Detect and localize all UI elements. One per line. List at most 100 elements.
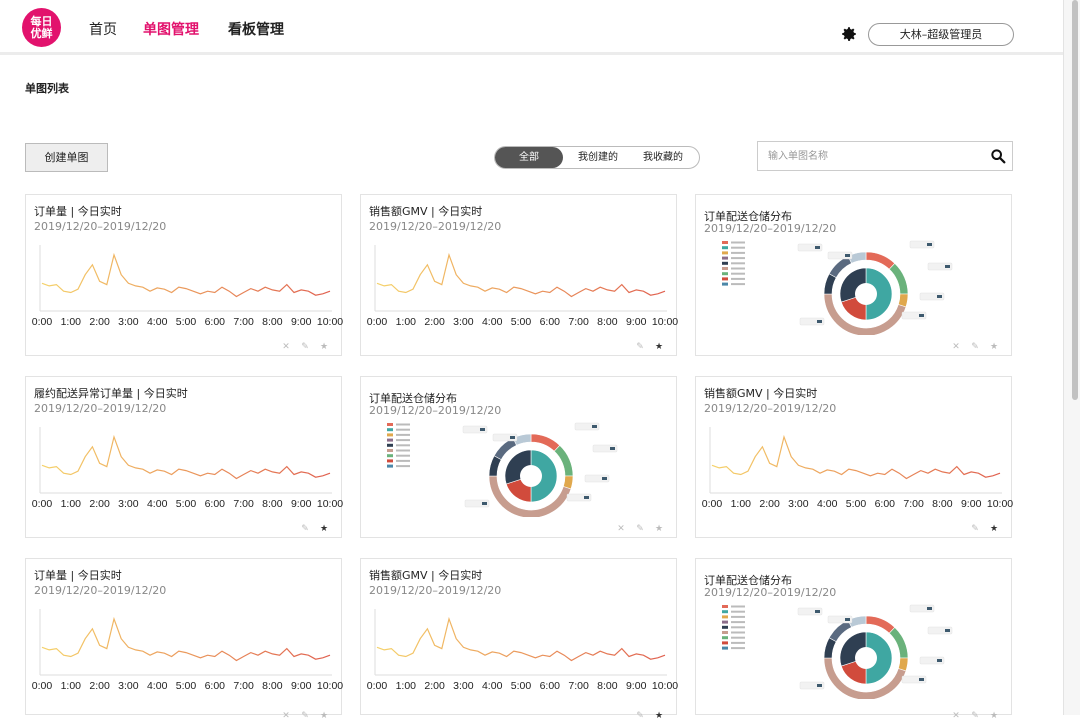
star-icon[interactable]: ★: [319, 342, 329, 352]
legend-text: [396, 428, 410, 431]
filter-all-tab[interactable]: 全部: [495, 147, 563, 168]
star-icon[interactable]: ★: [319, 711, 329, 721]
legend-text: [731, 251, 745, 254]
line-series: [41, 434, 331, 480]
logo-line-1: 每日: [30, 14, 53, 28]
close-icon[interactable]: ✕: [951, 342, 961, 352]
legend-swatch: [722, 241, 728, 244]
donut-outer-slice: [828, 255, 852, 279]
x-tick-label: 5:00: [846, 498, 867, 510]
chart-card[interactable]: 销售额GMV | 今日实时 2019/12/20–2019/12/20 0:00 1:…: [360, 194, 678, 356]
x-tick-label: 0:00: [367, 316, 388, 328]
filter-segmented-control: 全部 我创建的 我收藏的: [494, 146, 700, 169]
legend-text: [396, 465, 410, 468]
edit-icon[interactable]: ✎: [635, 711, 645, 721]
x-tick-label: 4:00: [482, 316, 503, 328]
star-icon[interactable]: ★: [654, 711, 664, 721]
search-icon[interactable]: [990, 148, 1006, 164]
card-action-bar: ✎ ★: [300, 523, 329, 535]
legend-text: [396, 423, 410, 426]
legend-swatch: [722, 636, 728, 640]
search-input[interactable]: [758, 142, 983, 170]
star-icon[interactable]: ★: [989, 342, 999, 352]
chart-card[interactable]: 订单量 | 今日实时 2019/12/20–2019/12/20 0:00 1:00 2…: [25, 558, 343, 721]
create-chart-button[interactable]: 创建单图: [25, 143, 108, 172]
star-icon[interactable]: ★: [319, 524, 329, 534]
line-chart-thumbnail: 0:00 1:00 2:00 3:00 4:00 5:00 6:00 7:00 8:00 9:00…: [32, 427, 343, 510]
legend-swatch: [387, 443, 393, 447]
chart-card[interactable]: 订单量 | 今日实时 2019/12/20–2019/12/20 0:00 1:00 2…: [25, 194, 343, 356]
legend-text: [731, 641, 745, 644]
edit-icon[interactable]: ✎: [300, 342, 310, 352]
logo-line-2: 优鲜: [30, 26, 53, 40]
legend-text: [731, 631, 745, 634]
donut-outer-slice: [493, 437, 517, 461]
line-series: [376, 252, 666, 298]
x-tick-label: 6:00: [205, 498, 226, 510]
edit-icon[interactable]: ✎: [970, 711, 980, 721]
legend-swatch: [722, 615, 728, 619]
chart-card[interactable]: 履约配送异常订单量 | 今日实时 2019/12/20–2019/12/20 0:0…: [25, 376, 343, 538]
close-icon[interactable]: ✕: [281, 342, 291, 352]
card-action-bar: ✎ ★: [635, 341, 664, 353]
donut-center-hole: [855, 647, 877, 669]
x-tick-label: 1:00: [61, 316, 82, 328]
card-title: 销售额GMV | 今日实时: [369, 569, 483, 582]
edit-icon[interactable]: ✎: [635, 524, 645, 534]
x-tick-label: 3:00: [788, 498, 809, 510]
edit-icon[interactable]: ✎: [300, 524, 310, 534]
donut-outer-slice: [865, 251, 896, 270]
x-tick-label: 0:00: [32, 680, 53, 692]
brand-logo[interactable]: 每日 优鲜: [22, 8, 61, 47]
edit-icon[interactable]: ✎: [970, 524, 980, 534]
legend-swatch: [387, 433, 393, 437]
x-tick-label: 10:00: [987, 498, 1013, 510]
callout-badge: [845, 254, 850, 257]
x-tick-label: 10:00: [317, 498, 343, 510]
legend-text: [396, 444, 410, 447]
nav-board-management[interactable]: 看板管理: [228, 19, 284, 39]
donut-chart-thumbnail: [722, 240, 953, 335]
legend-text: [396, 439, 410, 442]
nav-home[interactable]: 首页: [89, 19, 117, 39]
star-icon[interactable]: ★: [989, 711, 999, 721]
star-icon[interactable]: ★: [654, 524, 664, 534]
line-chart-thumbnail: 0:00 1:00 2:00 3:00 4:00 5:00 6:00 7:00 8:00 9:00…: [702, 427, 1013, 510]
chart-card[interactable]: 销售额GMV | 今日实时 2019/12/20–2019/12/20 0:00 1:…: [360, 558, 678, 721]
chart-card[interactable]: 订单配送仓储分布 2019/12/20–2019/12/20 ✕ ✎ ★: [695, 194, 1012, 356]
legend-text: [396, 459, 410, 462]
user-account-button[interactable]: 大林–超级管理员: [868, 23, 1014, 46]
chart-card[interactable]: 订单配送仓储分布 2019/12/20–2019/12/20 ✕ ✎ ★: [695, 558, 1012, 721]
edit-icon[interactable]: ✎: [635, 342, 645, 352]
x-tick-label: 4:00: [817, 498, 838, 510]
x-tick-label: 4:00: [147, 680, 168, 692]
close-icon[interactable]: ✕: [281, 711, 291, 721]
edit-icon[interactable]: ✎: [300, 711, 310, 721]
x-tick-label: 3:00: [453, 316, 474, 328]
search-box: [757, 141, 1013, 171]
gear-icon[interactable]: [840, 25, 858, 43]
page-scrollbar-thumb[interactable]: [1072, 0, 1078, 400]
close-icon[interactable]: ✕: [616, 524, 626, 534]
x-tick-label: 6:00: [540, 316, 561, 328]
chart-card[interactable]: 销售额GMV | 今日实时 2019/12/20–2019/12/20 0:00 1:…: [695, 376, 1013, 538]
x-tick-label: 10:00: [652, 316, 678, 328]
x-tick-label: 5:00: [511, 316, 532, 328]
chart-card[interactable]: 订单配送仓储分布 2019/12/20–2019/12/20 ✕ ✎ ★: [360, 376, 677, 538]
callout-badge: [584, 496, 589, 499]
close-icon[interactable]: ✕: [951, 711, 961, 721]
filter-mine-tab[interactable]: 我创建的: [567, 147, 629, 168]
line-series: [376, 616, 666, 662]
legend-text: [731, 636, 745, 639]
card-date-range: 2019/12/20–2019/12/20: [369, 404, 502, 417]
x-tick-label: 4:00: [482, 680, 503, 692]
callout-badge: [602, 477, 607, 480]
callout-badge: [815, 246, 820, 249]
nav-chart-management[interactable]: 单图管理: [143, 19, 199, 39]
star-icon[interactable]: ★: [989, 524, 999, 534]
filter-favorites-tab[interactable]: 我收藏的: [632, 147, 694, 168]
legend-text: [731, 626, 745, 629]
line-chart-thumbnail: 0:00 1:00 2:00 3:00 4:00 5:00 6:00 7:00 8:00 9:00…: [32, 609, 343, 692]
edit-icon[interactable]: ✎: [970, 342, 980, 352]
star-icon[interactable]: ★: [654, 342, 664, 352]
